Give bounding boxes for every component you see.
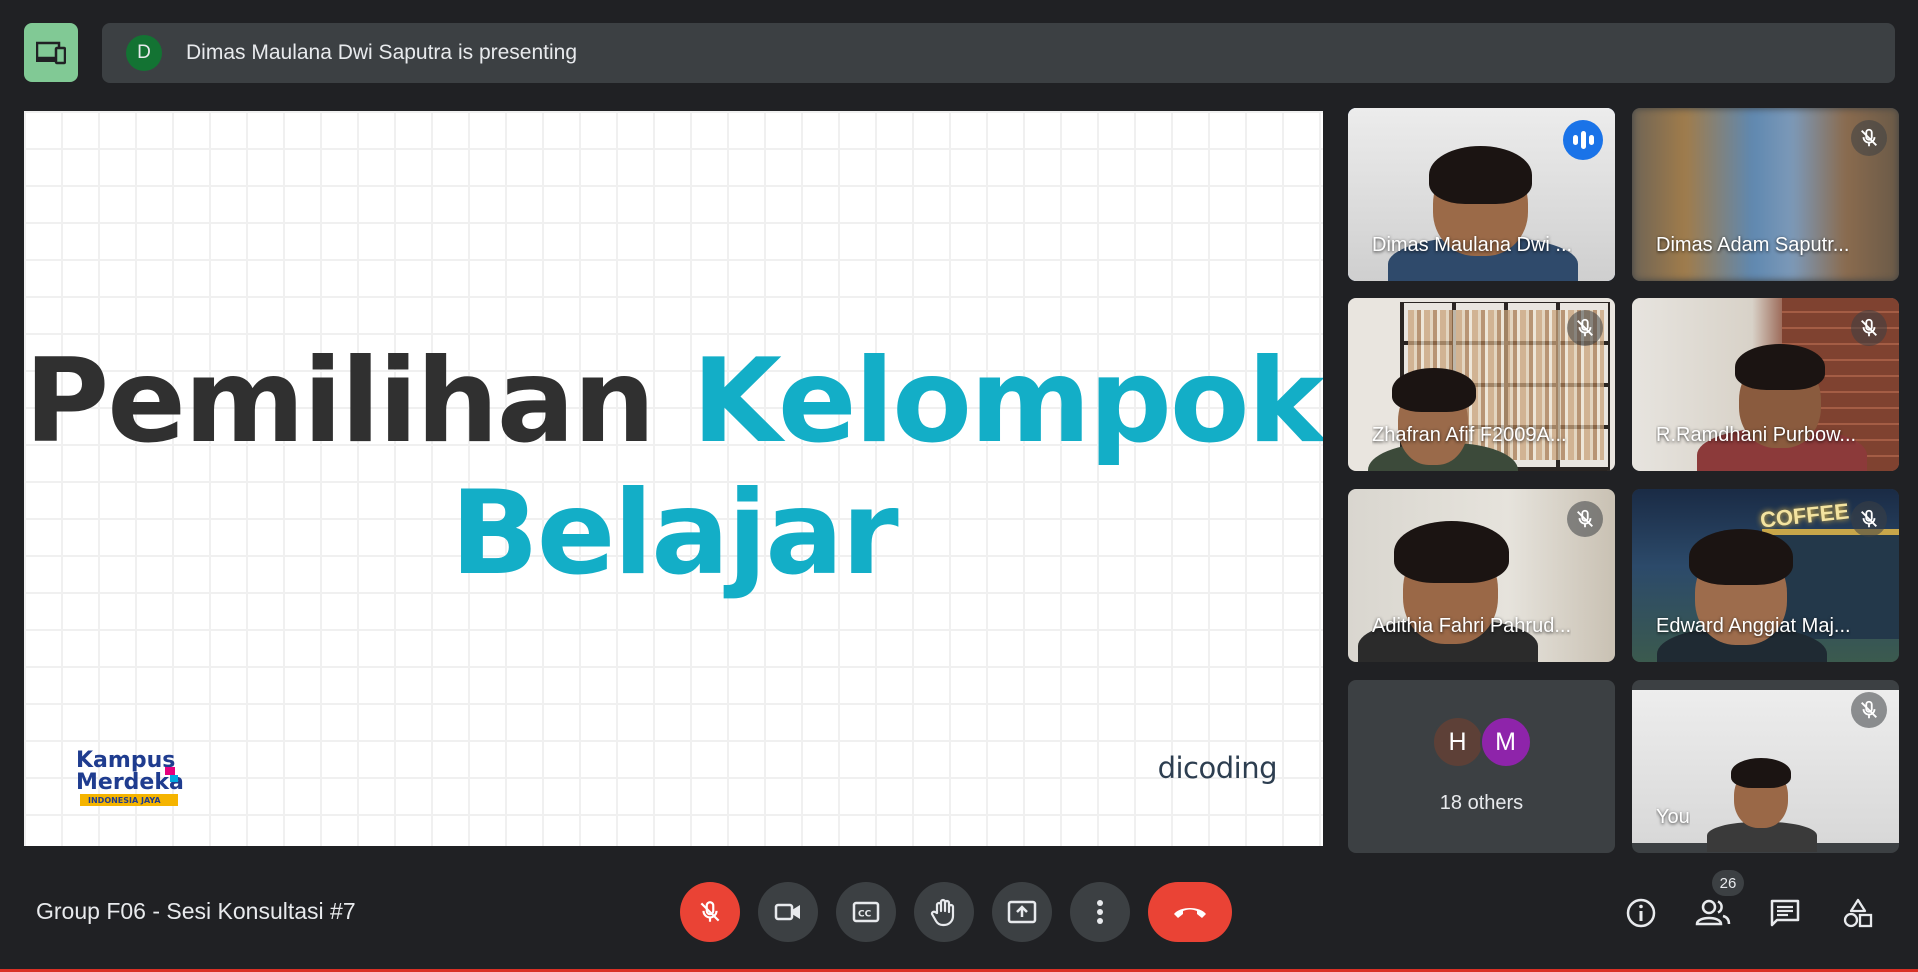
self-view-tile[interactable]: You (1632, 680, 1899, 853)
more-vert-icon (1097, 900, 1103, 924)
participant-tile[interactable]: Zhafran Afif F2009A... (1348, 298, 1615, 471)
people-icon (1695, 899, 1731, 926)
others-count: 18 others (1439, 792, 1524, 814)
meeting-details-button[interactable] (1621, 893, 1661, 933)
devices-icon (36, 41, 66, 64)
mic-off-icon (1851, 501, 1887, 537)
present-screen-icon (1007, 900, 1037, 924)
participant-name: Edward Anggiat Maj... (1656, 615, 1851, 637)
avatar: H (1431, 716, 1484, 768)
participant-tile[interactable]: R.Ramdhani Purbow... (1632, 298, 1899, 471)
svg-text:INDONESIA JAYA: INDONESIA JAYA (88, 796, 161, 805)
captions-icon: CC (852, 901, 880, 923)
svg-text:CC: CC (858, 910, 872, 920)
chat-button[interactable] (1765, 893, 1805, 933)
camera-toggle-button[interactable] (758, 882, 818, 942)
mic-off-icon (1851, 120, 1887, 156)
meeting-title: Group F06 - Sesi Konsultasi #7 (36, 898, 356, 924)
chat-icon (1770, 899, 1800, 927)
presenting-banner: D Dimas Maulana Dwi Saputra is presentin… (102, 23, 1895, 83)
slide-title: Pemilihan Kelompok Belajar (24, 336, 1323, 600)
people-button[interactable] (1693, 893, 1733, 933)
participant-name: R.Ramdhani Purbow... (1656, 424, 1857, 446)
camera-icon (774, 903, 800, 921)
slide-title-word: Belajar (450, 466, 898, 601)
hand-icon (930, 898, 955, 927)
leave-call-button[interactable] (1148, 882, 1232, 942)
slide-title-word: Kelompok (691, 334, 1323, 469)
mic-off-icon (1567, 310, 1603, 346)
presenting-text: Dimas Maulana Dwi Saputra is presenting (186, 41, 578, 64)
activities-button[interactable] (1838, 893, 1878, 933)
raise-hand-button[interactable] (914, 882, 974, 942)
participant-name: You (1656, 806, 1690, 828)
participant-tile[interactable]: COFFEE Edward Anggiat Maj... (1632, 489, 1899, 662)
avatar: M (1479, 716, 1532, 768)
presenter-avatar: D (126, 35, 162, 71)
mic-toggle-button[interactable] (680, 882, 740, 942)
others-avatars: H M (1348, 716, 1615, 768)
presentation-slide: Pemilihan Kelompok Belajar Kampus Merdek… (24, 111, 1323, 846)
captions-button[interactable]: CC (836, 882, 896, 942)
others-tile[interactable]: H M 18 others (1348, 680, 1615, 853)
participant-tile[interactable]: Adithia Fahri Pahrud... (1348, 489, 1615, 662)
mic-off-icon (1851, 692, 1887, 728)
participant-name: Dimas Adam Saputr... (1656, 234, 1850, 256)
info-icon (1626, 898, 1656, 928)
mic-off-icon (1851, 310, 1887, 346)
dicoding-logo: dicoding (1157, 751, 1278, 785)
participant-tile[interactable]: Dimas Maulana Dwi ... (1348, 108, 1615, 281)
speaking-indicator-icon (1563, 120, 1603, 160)
shapes-icon (1843, 898, 1873, 928)
participant-name: Adithia Fahri Pahrud... (1372, 615, 1571, 637)
more-options-button[interactable] (1070, 882, 1130, 942)
mic-off-icon (700, 901, 720, 922)
participant-tile[interactable]: Dimas Adam Saputr... (1632, 108, 1899, 281)
layout-button[interactable] (24, 23, 78, 82)
mic-off-icon (1567, 501, 1603, 537)
slide-title-word: Pemilihan (24, 334, 655, 469)
kampus-merdeka-logo: Kampus Merdeka INDONESIA JAYA (72, 739, 192, 809)
participant-count-badge: 26 (1712, 870, 1744, 896)
participant-name: Dimas Maulana Dwi ... (1372, 234, 1573, 256)
participant-name: Zhafran Afif F2009A... (1372, 424, 1567, 446)
hang-up-icon (1174, 908, 1206, 918)
present-now-button[interactable] (992, 882, 1052, 942)
